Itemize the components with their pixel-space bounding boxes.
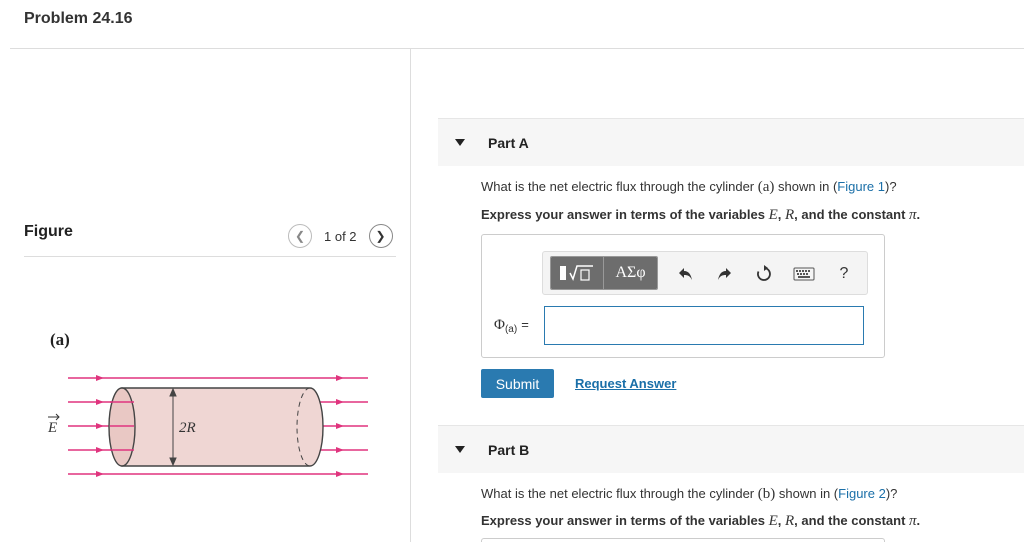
templates-icon[interactable]: [551, 257, 605, 289]
part-b-question: What is the net electric flux through th…: [481, 486, 898, 502]
cylinder-body: [121, 387, 324, 467]
part-b-instructions: Express your answer in terms of the vari…: [481, 513, 921, 529]
header-divider: [10, 48, 1024, 49]
math-toolbar: ΑΣφ ?: [542, 251, 868, 295]
cylinder-front-face: [108, 387, 136, 467]
part-b-label: Part B: [488, 441, 530, 458]
caret-down-icon: [455, 139, 465, 146]
field-label: E: [47, 420, 57, 436]
chevron-left-icon[interactable]: ❮: [288, 224, 312, 248]
part-a-question: What is the net electric flux through th…: [481, 179, 897, 195]
caret-down-icon: [455, 446, 465, 453]
part-a-instructions: Express your answer in terms of the vari…: [481, 207, 921, 223]
cylinder-figure: 2R E: [47, 375, 368, 477]
diameter-label: 2R: [179, 420, 196, 436]
part-b-answer-box-edge: [481, 538, 885, 542]
figure-counter: 1 of 2: [324, 228, 357, 244]
figure-panel-label: (a): [50, 330, 70, 349]
figure-divider: [24, 256, 396, 257]
panel-divider: [410, 48, 411, 542]
part-a-header[interactable]: Part A: [438, 118, 1024, 166]
problem-title: Problem 24.16: [24, 10, 133, 27]
part-b-header[interactable]: Part B: [438, 425, 1024, 473]
help-button[interactable]: ?: [833, 263, 855, 285]
part-a-label: Part A: [488, 134, 529, 151]
submit-button[interactable]: Submit: [481, 369, 554, 398]
figure-2-link[interactable]: Figure 2: [838, 486, 886, 501]
undo-icon[interactable]: [675, 263, 697, 285]
keyboard-icon[interactable]: [791, 263, 817, 285]
request-answer-link[interactable]: Request Answer: [575, 376, 676, 391]
answer-input[interactable]: [544, 306, 864, 345]
figure-pager: ❮ 1 of 2 ❯: [288, 224, 393, 248]
answer-box: ΑΣφ ? Φ(a) =: [481, 234, 885, 358]
figure-1-link[interactable]: Figure 1: [837, 179, 885, 194]
reset-icon[interactable]: [753, 263, 775, 285]
toolbar-button-group: ΑΣφ: [550, 256, 658, 290]
greek-symbols-button[interactable]: ΑΣφ: [604, 257, 657, 289]
redo-icon[interactable]: [713, 263, 735, 285]
answer-label: Φ(a) =: [494, 317, 529, 335]
figure-heading: Figure: [24, 223, 73, 240]
chevron-right-icon[interactable]: ❯: [368, 224, 393, 248]
